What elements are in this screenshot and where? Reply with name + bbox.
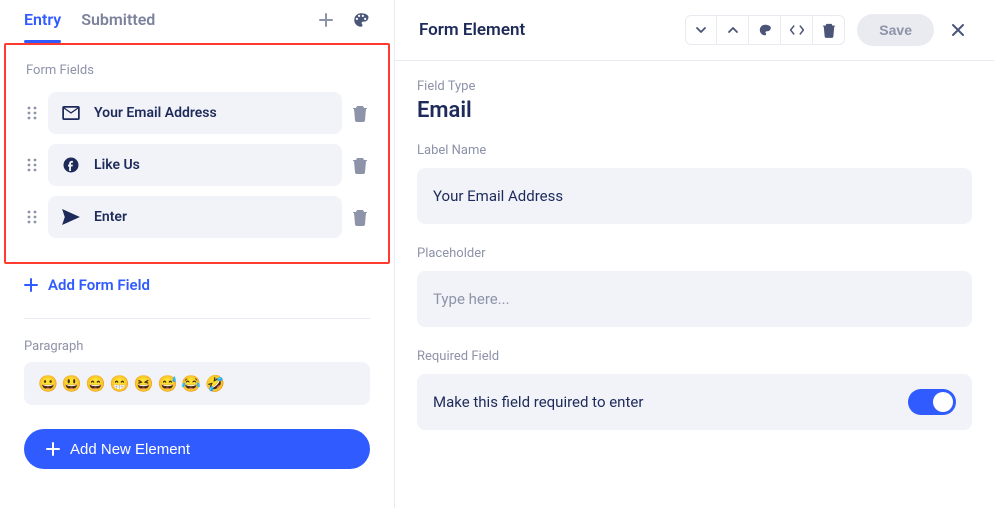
header-icon-group bbox=[685, 15, 845, 45]
add-form-field-button[interactable]: Add Form Field bbox=[0, 264, 394, 312]
field-type-label: Field Type bbox=[417, 79, 972, 94]
drag-handle-icon[interactable] bbox=[26, 209, 38, 225]
envelope-icon bbox=[62, 106, 80, 120]
field-type-value: Email bbox=[417, 98, 972, 123]
tab-entry[interactable]: Entry bbox=[24, 10, 61, 43]
left-pane: Entry Submitted Form Fields bbox=[0, 0, 395, 508]
code-button[interactable] bbox=[781, 15, 813, 45]
plus-icon bbox=[46, 442, 60, 456]
panel-title: Form Element bbox=[419, 20, 673, 40]
trash-icon[interactable] bbox=[352, 208, 368, 226]
required-field-label: Required Field bbox=[417, 349, 972, 364]
delete-button[interactable] bbox=[813, 15, 845, 45]
label-name-label: Label Name bbox=[417, 143, 972, 158]
save-button[interactable]: Save bbox=[857, 14, 934, 46]
move-down-button[interactable] bbox=[685, 15, 717, 45]
field-chip-label: Enter bbox=[94, 209, 127, 225]
field-chip-label: Like Us bbox=[94, 157, 140, 173]
right-header: Form Element Save bbox=[395, 0, 994, 61]
field-chip-facebook[interactable]: Like Us bbox=[48, 144, 342, 186]
paragraph-label: Paragraph bbox=[24, 339, 370, 354]
trash-icon[interactable] bbox=[352, 104, 368, 122]
paragraph-content: 😀 😃 😄 😁 😆 😅 😂 🤣 bbox=[38, 374, 225, 393]
facebook-icon bbox=[62, 156, 80, 174]
tab-submitted[interactable]: Submitted bbox=[81, 10, 155, 43]
placeholder-input[interactable] bbox=[417, 271, 972, 327]
style-button[interactable] bbox=[749, 15, 781, 45]
required-toggle[interactable] bbox=[908, 389, 956, 415]
field-chip-label: Your Email Address bbox=[94, 105, 217, 121]
divider bbox=[24, 318, 370, 319]
field-row: Like Us bbox=[26, 144, 368, 186]
plus-icon bbox=[24, 278, 38, 292]
field-row: Enter bbox=[26, 196, 368, 238]
send-icon bbox=[62, 209, 80, 225]
add-form-field-label: Add Form Field bbox=[48, 276, 150, 294]
right-body: Field Type Email Label Name Placeholder … bbox=[395, 61, 994, 448]
placeholder-label: Placeholder bbox=[417, 246, 972, 261]
required-text: Make this field required to enter bbox=[433, 393, 643, 411]
drag-handle-icon[interactable] bbox=[26, 157, 38, 173]
add-element-label: Add New Element bbox=[70, 441, 190, 458]
tabs-bar: Entry Submitted bbox=[0, 0, 394, 43]
palette-icon[interactable] bbox=[352, 11, 370, 29]
close-icon[interactable] bbox=[946, 18, 970, 42]
field-chip-send[interactable]: Enter bbox=[48, 196, 342, 238]
field-row: Your Email Address bbox=[26, 92, 368, 134]
paragraph-box[interactable]: 😀 😃 😄 😁 😆 😅 😂 🤣 bbox=[24, 362, 370, 405]
required-row: Make this field required to enter bbox=[417, 374, 972, 430]
label-name-input[interactable] bbox=[417, 168, 972, 224]
move-up-button[interactable] bbox=[717, 15, 749, 45]
field-chip-email[interactable]: Your Email Address bbox=[48, 92, 342, 134]
plus-icon[interactable] bbox=[318, 12, 334, 28]
drag-handle-icon[interactable] bbox=[26, 105, 38, 121]
trash-icon[interactable] bbox=[352, 156, 368, 174]
form-fields-section: Form Fields Your Email Address bbox=[4, 43, 390, 264]
add-element-button[interactable]: Add New Element bbox=[24, 429, 370, 469]
section-label: Form Fields bbox=[26, 63, 368, 78]
right-pane: Form Element Save bbox=[395, 0, 994, 508]
